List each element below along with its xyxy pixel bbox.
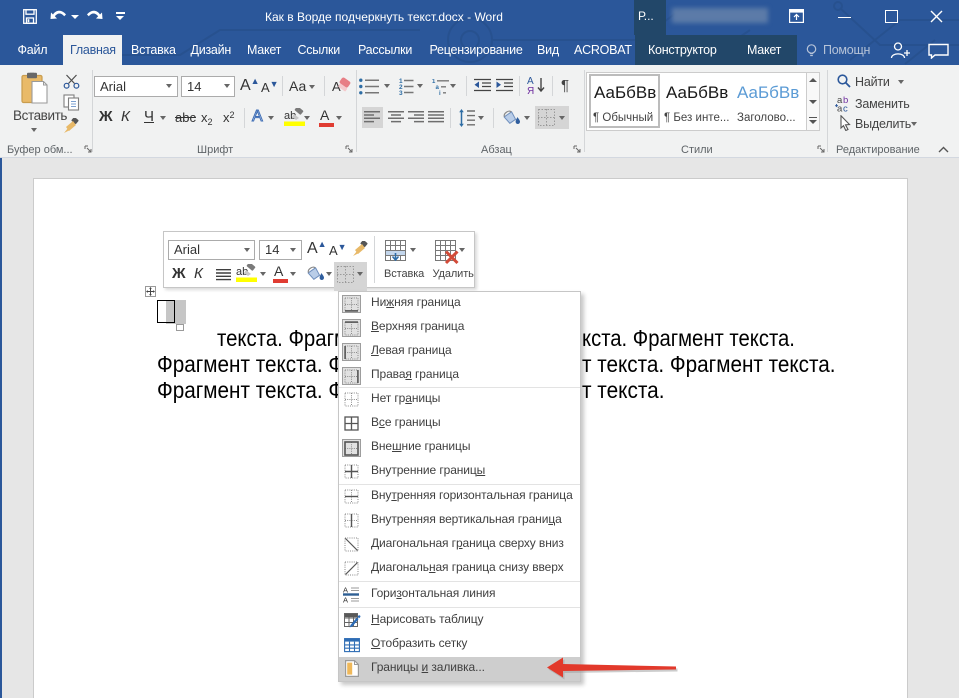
svg-text:c: c [843, 104, 848, 113]
svg-text:3: 3 [399, 90, 403, 96]
svg-text:Я: Я [527, 86, 534, 95]
svg-text:A: A [343, 586, 348, 595]
svg-text:A: A [343, 595, 348, 603]
svg-text:i: i [439, 91, 441, 95]
